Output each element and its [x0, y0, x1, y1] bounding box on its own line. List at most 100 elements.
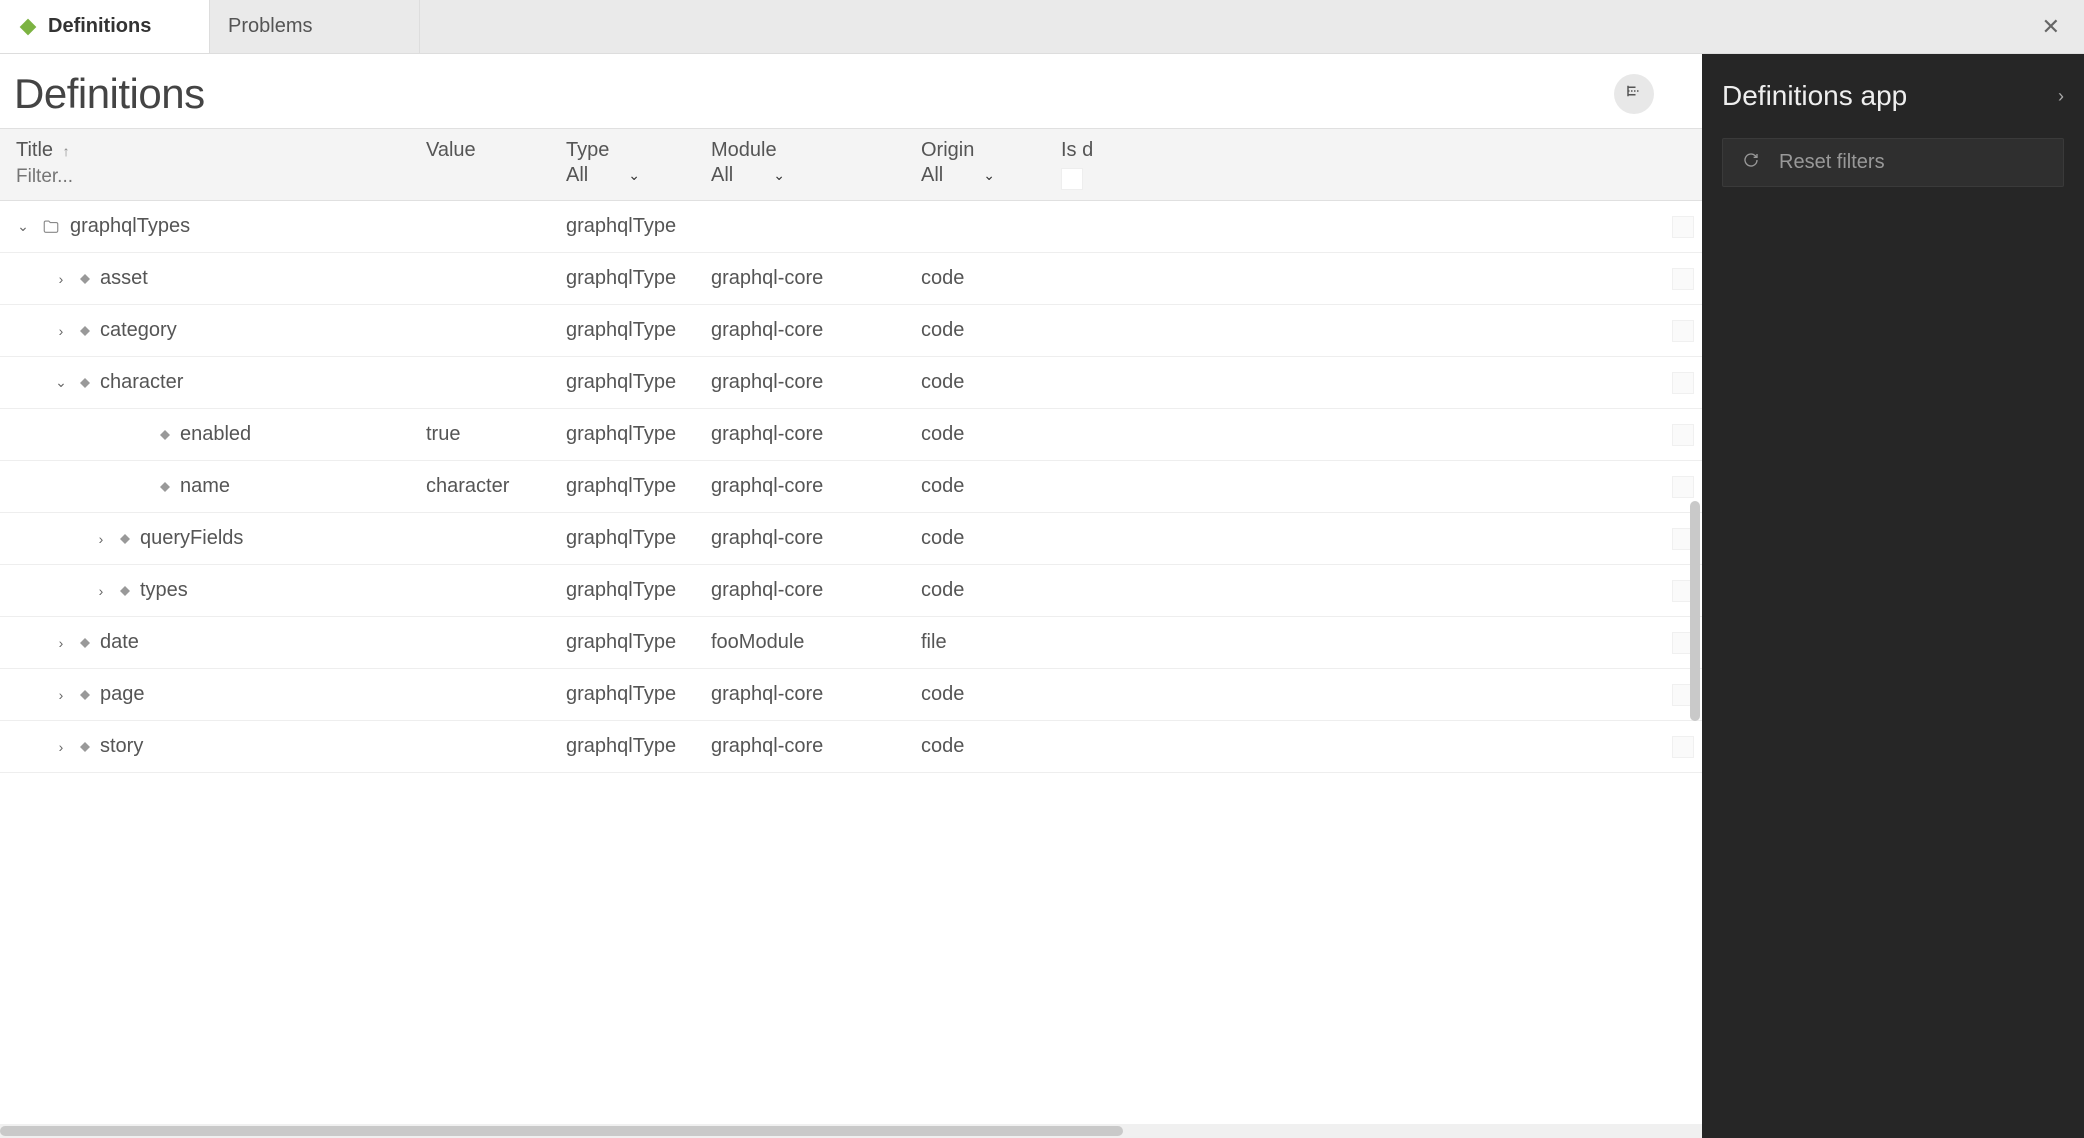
- row-title: page: [100, 683, 145, 706]
- vertical-scrollbar[interactable]: [1688, 411, 1702, 791]
- row-title: date: [100, 631, 139, 654]
- chevron-right-icon[interactable]: ›: [92, 530, 110, 548]
- select-value: All: [711, 164, 733, 187]
- definitions-tree[interactable]: ⌄ graphqlTypes graphqlType › asset graphqlTyp…: [0, 201, 1702, 1124]
- row-checkbox[interactable]: [1672, 216, 1694, 238]
- row-module: fooModule: [695, 631, 905, 654]
- tree-view-toggle-button[interactable]: [1614, 74, 1654, 114]
- tab-definitions[interactable]: Definitions: [0, 0, 210, 53]
- sort-ascending-icon: ↑: [63, 143, 70, 159]
- reset-filters-label: Reset filters: [1779, 151, 1885, 174]
- table-row[interactable]: enabledtruegraphqlTypegraphql-corecode: [0, 409, 1702, 461]
- tab-problems[interactable]: Problems: [210, 0, 420, 53]
- node-icon: [80, 274, 90, 284]
- column-origin[interactable]: Origin All ⌄: [905, 129, 1045, 200]
- scrollbar-thumb[interactable]: [1690, 501, 1700, 721]
- row-type: graphqlType: [550, 527, 695, 550]
- horizontal-scrollbar[interactable]: [0, 1124, 1702, 1138]
- row-module: graphql-core: [695, 527, 905, 550]
- origin-filter-select[interactable]: All ⌄: [921, 164, 1029, 187]
- row-type: graphqlType: [550, 371, 695, 394]
- collapse-panel-icon[interactable]: ›: [2058, 86, 2064, 107]
- column-label: Origin: [921, 139, 974, 161]
- column-title[interactable]: Title ↑: [0, 129, 410, 200]
- column-label: Type: [566, 139, 609, 161]
- row-module: graphql-core: [695, 319, 905, 342]
- column-label: Value: [426, 139, 476, 161]
- table-header: Title ↑ Value Type All ⌄ Module: [0, 128, 1702, 201]
- row-title: asset: [100, 267, 148, 290]
- row-title: category: [100, 319, 177, 342]
- row-origin: code: [905, 683, 1045, 706]
- column-module[interactable]: Module All ⌄: [695, 129, 905, 200]
- row-checkbox[interactable]: [1672, 372, 1694, 394]
- reset-filters-button[interactable]: Reset filters: [1722, 138, 2064, 187]
- table-row[interactable]: ›categorygraphqlTypegraphql-corecode: [0, 305, 1702, 357]
- row-title: queryFields: [140, 527, 243, 550]
- table-row[interactable]: ⌄graphqlTypesgraphqlType: [0, 201, 1702, 253]
- node-icon: [80, 326, 90, 336]
- column-label: Title: [16, 139, 53, 161]
- column-label: Is d: [1061, 139, 1093, 161]
- row-module: graphql-core: [695, 683, 905, 706]
- row-title: story: [100, 735, 143, 758]
- type-filter-select[interactable]: All ⌄: [566, 164, 679, 187]
- row-title: types: [140, 579, 188, 602]
- chevron-down-icon[interactable]: ⌄: [14, 218, 32, 236]
- chevron-right-icon[interactable]: ›: [52, 322, 70, 340]
- table-row[interactable]: › page graphqlTypegraphql-corecode: [0, 669, 1702, 721]
- row-value: true: [410, 423, 550, 446]
- chevron-down-icon: ⌄: [628, 167, 640, 184]
- row-origin: code: [905, 579, 1045, 602]
- side-panel-title: Definitions app: [1722, 80, 1907, 112]
- tabs-bar: Definitions Problems ✕: [0, 0, 2084, 54]
- row-module: graphql-core: [695, 475, 905, 498]
- chevron-right-icon[interactable]: ›: [52, 634, 70, 652]
- chevron-down-icon: ⌄: [983, 167, 995, 184]
- row-type: graphqlType: [550, 579, 695, 602]
- node-icon: [120, 586, 130, 596]
- chevron-right-icon[interactable]: ›: [52, 738, 70, 756]
- node-icon: [80, 742, 90, 752]
- node-icon: [120, 534, 130, 544]
- table-row[interactable]: ›dategraphqlTypefooModulefile: [0, 617, 1702, 669]
- table-row[interactable]: ›assetgraphqlTypegraphql-corecode: [0, 253, 1702, 305]
- tab-label: Definitions: [48, 15, 151, 38]
- row-module: graphql-core: [695, 423, 905, 446]
- content-area: Definitions Title ↑: [0, 54, 1702, 1138]
- page-header: Definitions: [0, 54, 1702, 128]
- table-row[interactable]: namecharactergraphqlTypegraphql-corecode: [0, 461, 1702, 513]
- table-row[interactable]: ›queryFieldsgraphqlTypegraphql-corecode: [0, 513, 1702, 565]
- chevron-down-icon[interactable]: ⌄: [52, 374, 70, 392]
- row-value: character: [410, 475, 550, 498]
- column-type[interactable]: Type All ⌄: [550, 129, 695, 200]
- node-icon: [160, 430, 170, 440]
- column-value[interactable]: Value: [410, 129, 550, 200]
- column-isd[interactable]: Is d: [1045, 129, 1095, 200]
- row-checkbox[interactable]: [1672, 268, 1694, 290]
- module-filter-select[interactable]: All ⌄: [711, 164, 889, 187]
- row-type: graphqlType: [550, 267, 695, 290]
- isd-filter-checkbox[interactable]: [1061, 168, 1083, 190]
- table-row[interactable]: ›storygraphqlTypegraphql-corecode: [0, 721, 1702, 773]
- row-title: enabled: [180, 423, 251, 446]
- table-row[interactable]: ⌄charactergraphqlTypegraphql-corecode: [0, 357, 1702, 409]
- row-type: graphqlType: [550, 735, 695, 758]
- row-title: name: [180, 475, 230, 498]
- row-checkbox[interactable]: [1672, 320, 1694, 342]
- chevron-right-icon[interactable]: ›: [52, 270, 70, 288]
- page-title: Definitions: [14, 70, 205, 118]
- close-icon[interactable]: ✕: [2042, 14, 2060, 40]
- title-filter-input[interactable]: [16, 166, 394, 188]
- app-logo-icon: [18, 17, 38, 37]
- row-title: graphqlTypes: [70, 215, 190, 238]
- row-type: graphqlType: [550, 683, 695, 706]
- scrollbar-thumb[interactable]: [0, 1126, 1123, 1136]
- node-icon: [160, 482, 170, 492]
- row-module: graphql-core: [695, 735, 905, 758]
- row-title: character: [100, 371, 183, 394]
- row-origin: code: [905, 423, 1045, 446]
- table-row[interactable]: ›typesgraphqlTypegraphql-corecode: [0, 565, 1702, 617]
- chevron-right-icon[interactable]: ›: [52, 686, 70, 704]
- chevron-right-icon[interactable]: ›: [92, 582, 110, 600]
